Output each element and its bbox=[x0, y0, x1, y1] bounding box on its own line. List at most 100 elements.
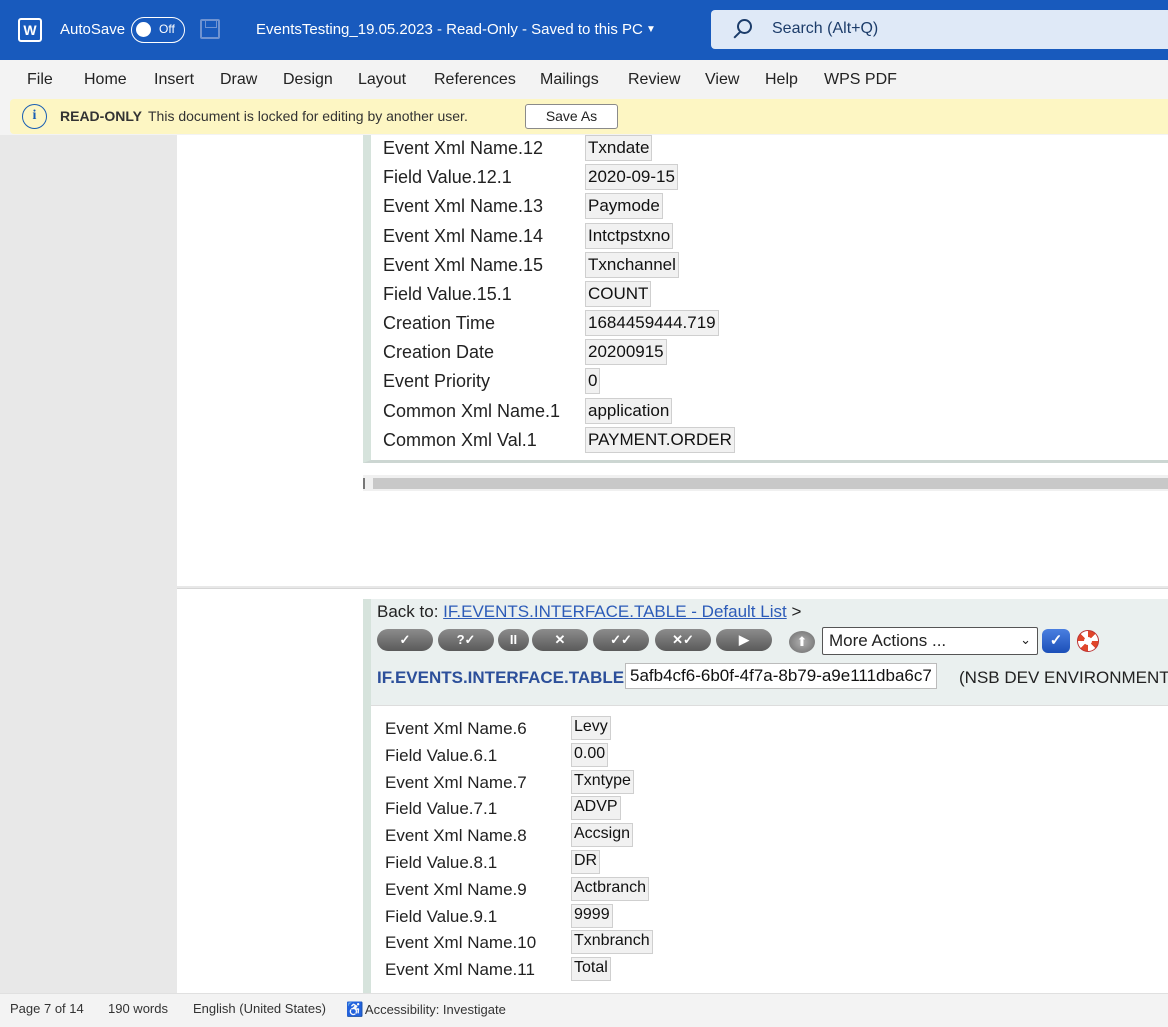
field-label: Field Value.12.1 bbox=[383, 167, 512, 187]
language-indicator[interactable]: English (United States) bbox=[193, 1001, 326, 1016]
breadcrumb: Back to: IF.EVENTS.INTERFACE.TABLE - Def… bbox=[377, 602, 801, 622]
ribbon-tabs: File Home Insert Draw Design Layout Refe… bbox=[0, 60, 1168, 98]
accessibility-label: Accessibility: Investigate bbox=[364, 1002, 506, 1017]
field-label: Event Xml Name.12 bbox=[383, 138, 544, 158]
next-button: ▶ bbox=[716, 629, 772, 651]
word-app-icon: W bbox=[18, 18, 42, 42]
more-actions-select: More Actions ... ⌄ bbox=[822, 627, 1038, 655]
field-value: Txntype bbox=[571, 770, 634, 794]
tab-references[interactable]: References bbox=[434, 71, 516, 89]
more-actions-value: More Actions ... bbox=[829, 631, 947, 650]
hold-button: II bbox=[498, 629, 529, 651]
field-value: application bbox=[585, 398, 673, 424]
field-value: DR bbox=[571, 850, 601, 874]
accessibility-status[interactable]: ♿ Accessibility: Investigate bbox=[346, 1001, 506, 1017]
field-value: Txnbranch bbox=[571, 930, 653, 954]
tab-design[interactable]: Design bbox=[283, 71, 333, 89]
field-value: 2020-09-15 bbox=[585, 164, 678, 190]
field-label: Event Xml Name.10 bbox=[385, 933, 537, 952]
field-label: Creation Date bbox=[383, 342, 495, 362]
field-value: Paymode bbox=[585, 193, 663, 219]
validate-button: ?✓ bbox=[438, 629, 494, 651]
autosave-toggle[interactable]: Off bbox=[131, 17, 185, 43]
scrollbar-thumb bbox=[373, 478, 1168, 489]
save-as-button[interactable]: Save As bbox=[525, 104, 618, 129]
document-canvas[interactable]: Event Xml Name.12 Txndate Field Value.12.… bbox=[0, 135, 1168, 993]
field-value: Txndate bbox=[585, 135, 653, 161]
tab-layout[interactable]: Layout bbox=[358, 71, 406, 89]
field-label: Event Xml Name.6 bbox=[385, 719, 527, 738]
field-value: ADVP bbox=[571, 796, 621, 820]
field-label: Common Xml Name.1 bbox=[383, 401, 561, 421]
field-label: Event Xml Name.13 bbox=[383, 196, 544, 216]
field-label: Event Priority bbox=[383, 371, 491, 391]
info-icon: i bbox=[22, 104, 47, 129]
word-count[interactable]: 190 words bbox=[108, 1001, 168, 1016]
field-label: Event Xml Name.15 bbox=[383, 255, 544, 275]
tab-review[interactable]: Review bbox=[628, 71, 680, 89]
scrollbar-cap bbox=[363, 478, 365, 489]
lifebuoy-icon bbox=[1077, 630, 1099, 652]
back-to-suffix: > bbox=[791, 602, 802, 621]
field-label: Event Xml Name.7 bbox=[385, 773, 527, 792]
field-label: Event Xml Name.14 bbox=[383, 226, 544, 246]
back-to-label: Back to: bbox=[377, 602, 439, 621]
field-value: Accsign bbox=[571, 823, 634, 847]
tab-mailings[interactable]: Mailings bbox=[540, 71, 599, 89]
accessibility-icon: ♿ bbox=[346, 1001, 364, 1017]
document-page: Event Xml Name.12 Txndate Field Value.12.… bbox=[177, 135, 1168, 586]
record-name: IF.EVENTS.INTERFACE.TABLE bbox=[377, 668, 625, 687]
field-list: Event Xml Name.6 Levy Field Value.6.1 0.00… bbox=[371, 705, 1168, 993]
title-bar: W AutoSave Off EventsTesting_19.05.2023 … bbox=[0, 0, 1168, 60]
check-icon: ✓ bbox=[1042, 629, 1070, 653]
search-box[interactable]: Search (Alt+Q) bbox=[711, 10, 1168, 49]
autosave-state: Off bbox=[159, 22, 175, 36]
field-label: Field Value.7.1 bbox=[385, 799, 498, 818]
upload-icon: ⬆ bbox=[789, 631, 815, 653]
toggle-knob bbox=[136, 22, 151, 37]
embedded-screenshot: Back to: IF.EVENTS.INTERFACE.TABLE - Def… bbox=[363, 599, 1168, 993]
tab-wps-pdf[interactable]: WPS PDF bbox=[824, 71, 897, 89]
field-label: Event Xml Name.9 bbox=[385, 880, 527, 899]
save-icon[interactable] bbox=[200, 19, 220, 39]
field-value: Intctpstxno bbox=[585, 223, 674, 249]
tab-help[interactable]: Help bbox=[765, 71, 798, 89]
read-only-infobar: i READ-ONLY This document is locked for … bbox=[10, 99, 1168, 134]
commit-button: ✓ bbox=[377, 629, 433, 651]
field-value: Txnchannel bbox=[585, 252, 679, 278]
field-value: 0 bbox=[585, 368, 601, 394]
embedded-scrollbar bbox=[363, 475, 1168, 491]
document-page: Back to: IF.EVENTS.INTERFACE.TABLE - Def… bbox=[177, 588, 1168, 993]
search-icon bbox=[737, 19, 752, 34]
tab-file[interactable]: File bbox=[27, 71, 53, 89]
read-only-label: READ-ONLY bbox=[60, 108, 142, 124]
tab-view[interactable]: View bbox=[705, 71, 739, 89]
tab-insert[interactable]: Insert bbox=[154, 71, 194, 89]
field-label: Event Xml Name.11 bbox=[385, 960, 535, 979]
field-value: 0.00 bbox=[571, 743, 609, 767]
chevron-down-icon[interactable]: ▼ bbox=[646, 24, 656, 35]
field-value: COUNT bbox=[585, 281, 652, 307]
delete-button: ✕ bbox=[532, 629, 588, 651]
field-label: Field Value.15.1 bbox=[383, 284, 512, 304]
field-value: 1684459444.719 bbox=[585, 310, 719, 336]
field-value: Actbranch bbox=[571, 877, 650, 901]
field-label: Event Xml Name.8 bbox=[385, 826, 527, 845]
authorise-button: ✓✓ bbox=[593, 629, 649, 651]
field-label: Field Value.9.1 bbox=[385, 907, 498, 926]
field-label: Field Value.6.1 bbox=[385, 746, 498, 765]
page-count[interactable]: Page 7 of 14 bbox=[10, 1001, 84, 1016]
field-label: Common Xml Val.1 bbox=[383, 430, 537, 450]
field-value: PAYMENT.ORDER bbox=[585, 427, 735, 453]
back-to-link[interactable]: IF.EVENTS.INTERFACE.TABLE - Default List bbox=[443, 602, 787, 621]
tab-draw[interactable]: Draw bbox=[220, 71, 257, 89]
field-value: Levy bbox=[571, 716, 611, 740]
field-label: Creation Time bbox=[383, 313, 496, 333]
field-label: Field Value.8.1 bbox=[385, 853, 498, 872]
read-only-message: This document is locked for editing by a… bbox=[148, 108, 468, 124]
chevron-down-icon: ⌄ bbox=[1020, 632, 1031, 647]
tab-home[interactable]: Home bbox=[84, 71, 127, 89]
document-title[interactable]: EventsTesting_19.05.2023 - Read-Only - S… bbox=[256, 21, 643, 38]
reject-button: ✕✓ bbox=[655, 629, 711, 651]
search-placeholder: Search (Alt+Q) bbox=[772, 20, 879, 37]
